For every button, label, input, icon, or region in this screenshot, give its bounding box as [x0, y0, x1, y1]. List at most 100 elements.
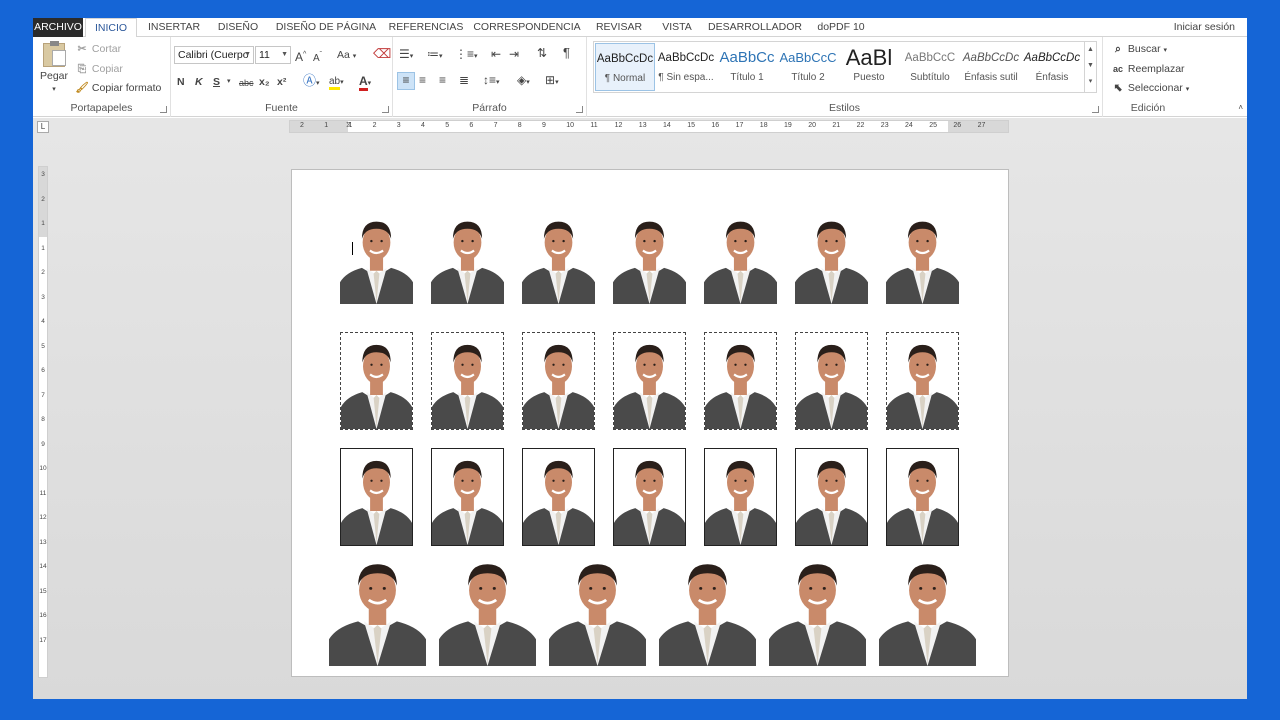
paragraph-launcher[interactable]: [576, 106, 583, 113]
passport-photo[interactable]: [613, 332, 686, 430]
passport-photo[interactable]: [886, 210, 959, 304]
text-effects-button[interactable]: Ⓐ▾: [303, 74, 320, 91]
tab-vista[interactable]: VISTA: [655, 18, 699, 37]
passport-photo[interactable]: [439, 550, 536, 666]
find-button[interactable]: ⌕ Buscar ▾: [1111, 42, 1167, 58]
sort-button[interactable]: ⇅: [537, 46, 547, 60]
passport-photo[interactable]: [886, 448, 959, 546]
passport-photo[interactable]: [704, 332, 777, 430]
font-color-button[interactable]: A▾: [359, 74, 371, 91]
document-area[interactable]: L 2 1 1 2 3 4 5 6 7 8 9 10 11 12 13 14 15 16 17 18 19 20 21 22 2…: [33, 118, 1247, 699]
justify-button[interactable]: ≣: [459, 73, 469, 87]
align-right-button[interactable]: ≡: [439, 73, 446, 87]
style-title[interactable]: AaBl Puesto: [839, 43, 899, 91]
chevron-down-icon[interactable]: ▾: [227, 75, 231, 89]
grow-font-button[interactable]: A^: [295, 48, 306, 64]
tab-diseno[interactable]: DISEÑO: [211, 18, 265, 37]
passport-photo[interactable]: [522, 210, 595, 304]
style-subtitle[interactable]: AaBbCcC Subtítulo: [900, 43, 960, 91]
tab-correspondencia[interactable]: CORRESPONDENCIA: [473, 18, 581, 37]
decrease-indent-button[interactable]: ⇤: [491, 47, 501, 61]
passport-photo[interactable]: [522, 448, 595, 546]
tab-desarrollador[interactable]: DESARROLLADOR: [705, 18, 805, 37]
tab-dopdf[interactable]: doPDF 10: [813, 18, 869, 37]
tab-diseno-pagina[interactable]: DISEÑO DE PÁGINA: [271, 18, 381, 37]
chevron-up-icon[interactable]: ▲: [1085, 42, 1096, 58]
clipboard-launcher[interactable]: [160, 106, 167, 113]
replace-button[interactable]: ac Reemplazar: [1111, 62, 1185, 76]
styles-launcher[interactable]: [1092, 106, 1099, 113]
italic-button[interactable]: K: [195, 75, 203, 89]
paste-button[interactable]: Pegar ▾: [39, 41, 69, 93]
passport-photo[interactable]: [795, 448, 868, 546]
superscript-button[interactable]: x²: [277, 75, 286, 89]
highlight-button[interactable]: ab▾: [329, 74, 344, 90]
style-subtle-emphasis[interactable]: AaBbCcDc Énfasis sutil: [961, 43, 1021, 91]
align-center-button[interactable]: ≡: [419, 73, 426, 87]
document-page[interactable]: [291, 169, 1009, 677]
style-normal[interactable]: AaBbCcDc ¶ Normal: [595, 43, 655, 91]
sign-in-link[interactable]: Iniciar sesión: [1174, 18, 1235, 36]
horizontal-ruler[interactable]: 2 1 1 2 3 4 5 6 7 8 9 10 11 12 13 14 15 16 17 18 19 20 21 22 23 2…: [289, 120, 1009, 133]
show-marks-button[interactable]: ¶: [563, 46, 570, 60]
font-size-select[interactable]: 11 ▼: [255, 46, 291, 64]
vertical-ruler[interactable]: 3 2 1 1 2 3 4 5 6 7 8 9 10 11 12 13 14 15 16 17: [38, 166, 48, 678]
font-launcher[interactable]: [382, 106, 389, 113]
passport-photo[interactable]: [549, 550, 646, 666]
passport-photo[interactable]: [613, 448, 686, 546]
tab-revisar[interactable]: REVISAR: [589, 18, 649, 37]
format-painter-button[interactable]: 🖌 Copiar formato: [75, 81, 161, 95]
passport-photo[interactable]: [879, 550, 976, 666]
chevron-down-icon[interactable]: ▼: [1085, 58, 1096, 74]
passport-photo[interactable]: [659, 550, 756, 666]
style-emphasis[interactable]: AaBbCcDc Énfasis: [1022, 43, 1082, 91]
tab-file[interactable]: ARCHIVO: [33, 18, 83, 37]
select-button[interactable]: ⬉ Seleccionar ▾: [1111, 81, 1190, 97]
passport-photo[interactable]: [769, 550, 866, 666]
passport-photo[interactable]: [704, 448, 777, 546]
copy-button[interactable]: ⎘ Copiar: [75, 62, 123, 76]
gallery-scrollbar[interactable]: ▲ ▼ ▾: [1084, 42, 1096, 92]
more-icon[interactable]: ▾: [1085, 74, 1096, 90]
shrink-font-button[interactable]: Aˇ: [313, 49, 322, 66]
passport-photo[interactable]: [340, 332, 413, 430]
clear-format-button[interactable]: ⌫: [373, 47, 391, 61]
passport-photo[interactable]: [431, 210, 504, 304]
change-case-button[interactable]: Aa ▾: [337, 48, 356, 64]
subscript-button[interactable]: x₂: [259, 75, 270, 89]
passport-photo[interactable]: [340, 210, 413, 304]
style-heading-2[interactable]: AaBbCcC Título 2: [778, 43, 838, 91]
underline-button[interactable]: S: [213, 75, 220, 89]
style-heading-1[interactable]: AaBbCc Título 1: [717, 43, 777, 91]
passport-photo[interactable]: [613, 210, 686, 304]
ruler-number: 12: [39, 514, 47, 521]
increase-indent-button[interactable]: ⇥: [509, 47, 519, 61]
numbering-button[interactable]: ≔▾: [427, 47, 443, 64]
strikethrough-button[interactable]: abc: [239, 76, 254, 90]
passport-photo[interactable]: [431, 332, 504, 430]
borders-button[interactable]: ⊞▾: [545, 73, 559, 90]
passport-photo[interactable]: [522, 332, 595, 430]
passport-photo[interactable]: [340, 448, 413, 546]
multilevel-list-button[interactable]: ⋮≡▾: [455, 47, 478, 64]
shading-button[interactable]: ◈▾: [517, 73, 530, 90]
style-no-spacing[interactable]: AaBbCcDc ¶ Sin espa...: [656, 43, 716, 91]
passport-photo[interactable]: [329, 550, 426, 666]
passport-photo[interactable]: [431, 448, 504, 546]
bold-button[interactable]: N: [177, 75, 185, 89]
line-spacing-button[interactable]: ↕≡▾: [483, 73, 500, 90]
passport-photo[interactable]: [795, 210, 868, 304]
passport-photo[interactable]: [886, 332, 959, 430]
passport-photo[interactable]: [704, 210, 777, 304]
passport-photo[interactable]: [795, 332, 868, 430]
tab-selector[interactable]: L: [37, 121, 49, 133]
cut-button[interactable]: ✂ Cortar: [75, 42, 122, 56]
tab-insertar[interactable]: INSERTAR: [141, 18, 207, 37]
bullets-button[interactable]: ☰▾: [399, 47, 413, 64]
font-name-select[interactable]: Calibri (Cuerpo ▼: [174, 46, 254, 64]
indent-marker[interactable]: ⧖: [346, 121, 352, 130]
align-left-button[interactable]: ≡: [397, 72, 415, 90]
tab-referencias[interactable]: REFERENCIAS: [385, 18, 467, 37]
tab-inicio[interactable]: INICIO: [85, 18, 137, 38]
collapse-ribbon-button[interactable]: ˄: [1238, 101, 1243, 115]
